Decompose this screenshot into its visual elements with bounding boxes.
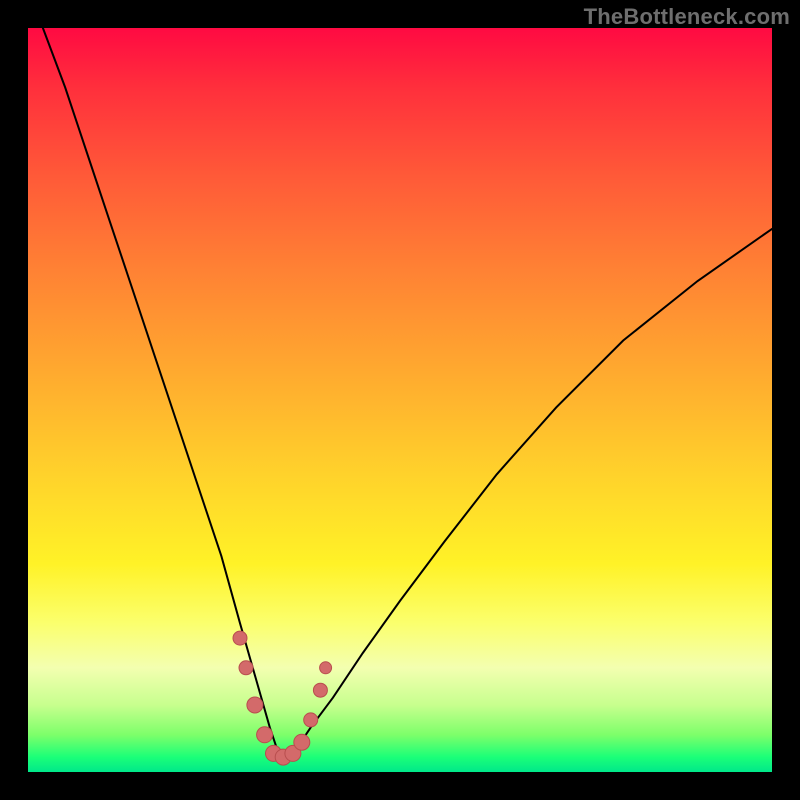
trough-marker bbox=[304, 713, 318, 727]
trough-marker bbox=[320, 662, 332, 674]
watermark-text: TheBottleneck.com bbox=[584, 4, 790, 30]
chart-frame: TheBottleneck.com bbox=[0, 0, 800, 800]
trough-marker bbox=[257, 727, 273, 743]
chart-svg bbox=[28, 28, 772, 772]
curve-path bbox=[281, 229, 772, 761]
trough-marker bbox=[294, 734, 310, 750]
trough-marker bbox=[233, 631, 247, 645]
curve-path bbox=[43, 28, 281, 761]
trough-marker bbox=[239, 661, 253, 675]
curve-left-branch bbox=[43, 28, 281, 761]
trough-marker bbox=[247, 697, 263, 713]
trough-marker bbox=[313, 683, 327, 697]
curve-right-branch bbox=[281, 229, 772, 761]
